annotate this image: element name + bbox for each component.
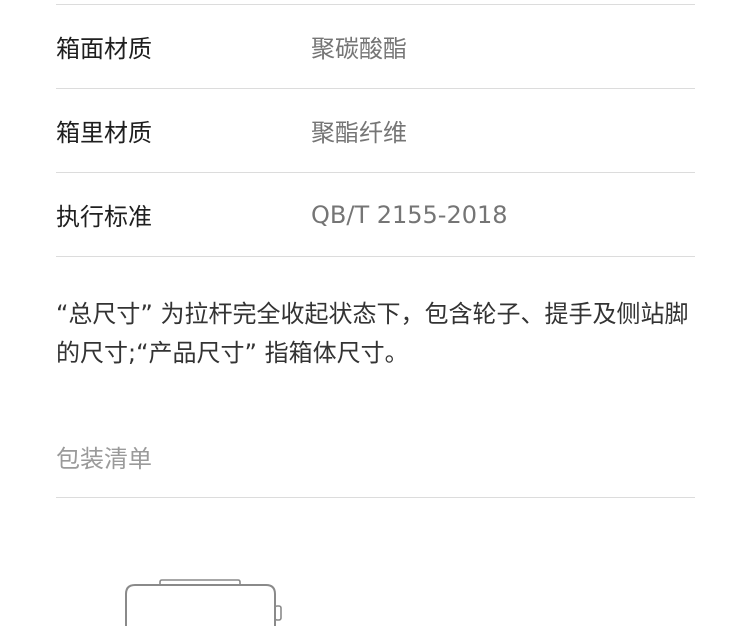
spec-value: 聚碳酸酯	[311, 35, 407, 63]
spec-value: 聚酯纤维	[311, 119, 407, 147]
suitcase-icon	[125, 579, 282, 626]
package-list-section: 包装清单	[56, 440, 695, 498]
spec-label: 箱面材质	[56, 35, 152, 63]
spec-row-standard: 执行标准 QB/T 2155-2018	[56, 173, 695, 257]
spec-value: QB/T 2155-2018	[311, 200, 508, 229]
spec-row-lining-material: 箱里材质 聚酯纤维	[56, 89, 695, 173]
spec-label: 箱里材质	[56, 119, 152, 147]
package-list-title: 包装清单	[56, 445, 152, 473]
product-detail-page: 箱面材质 聚碳酸酯 箱里材质 聚酯纤维 执行标准 QB/T 2155-2018 …	[0, 0, 750, 626]
spec-label: 执行标准	[56, 203, 152, 231]
spec-row-shell-material: 箱面材质 聚碳酸酯	[56, 5, 695, 89]
size-note: “总尺寸” 为拉杆完全收起状态下，包含轮子、提手及侧站脚的尺寸;“产品尺寸” 指…	[56, 300, 689, 367]
divider	[56, 497, 695, 498]
spec-table: 箱面材质 聚碳酸酯 箱里材质 聚酯纤维 执行标准 QB/T 2155-2018	[56, 4, 695, 257]
